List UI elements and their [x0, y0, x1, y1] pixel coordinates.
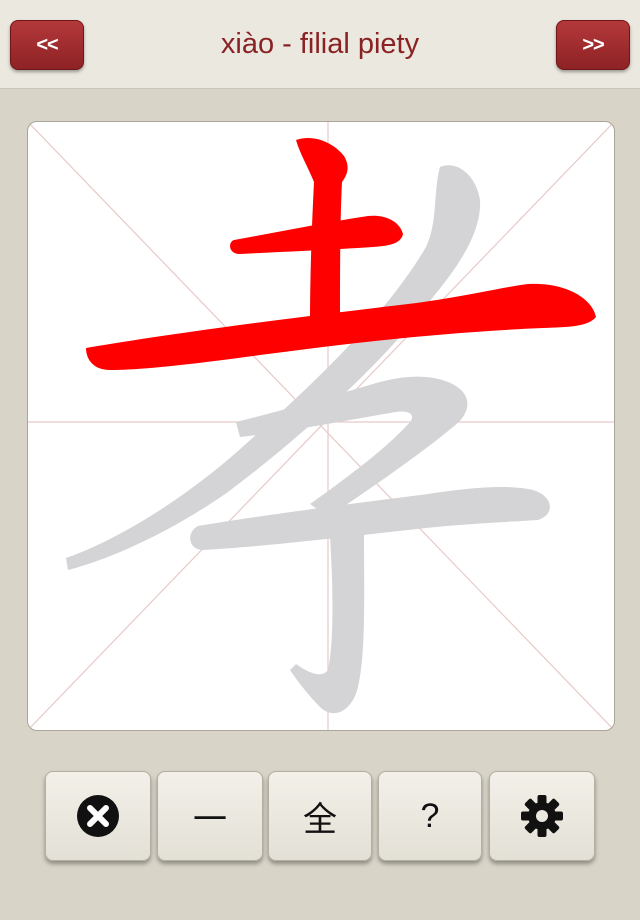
- writing-canvas[interactable]: [27, 121, 615, 731]
- next-button[interactable]: >>: [556, 20, 630, 70]
- help-label: ?: [420, 796, 440, 835]
- settings-button[interactable]: [489, 771, 595, 861]
- active-strokes: [86, 137, 596, 370]
- close-circle-icon: [77, 795, 119, 837]
- page-title: xiào - filial piety: [220, 28, 420, 60]
- stroke-child-horizontal: [190, 487, 550, 550]
- previous-button[interactable]: <<: [10, 20, 84, 70]
- character-drawing: [28, 122, 614, 730]
- stroke-button[interactable]: 一: [157, 771, 263, 861]
- stroke-label: 一: [193, 799, 227, 840]
- header-bar: << xiào - filial piety >>: [0, 0, 640, 89]
- gear-icon: [521, 795, 563, 837]
- full-character-button[interactable]: 全: [268, 771, 372, 861]
- bottom-toolbar: 一 全 ?: [45, 771, 597, 863]
- help-button[interactable]: ?: [378, 771, 482, 861]
- full-label: 全: [303, 799, 337, 840]
- clear-button[interactable]: [45, 771, 151, 861]
